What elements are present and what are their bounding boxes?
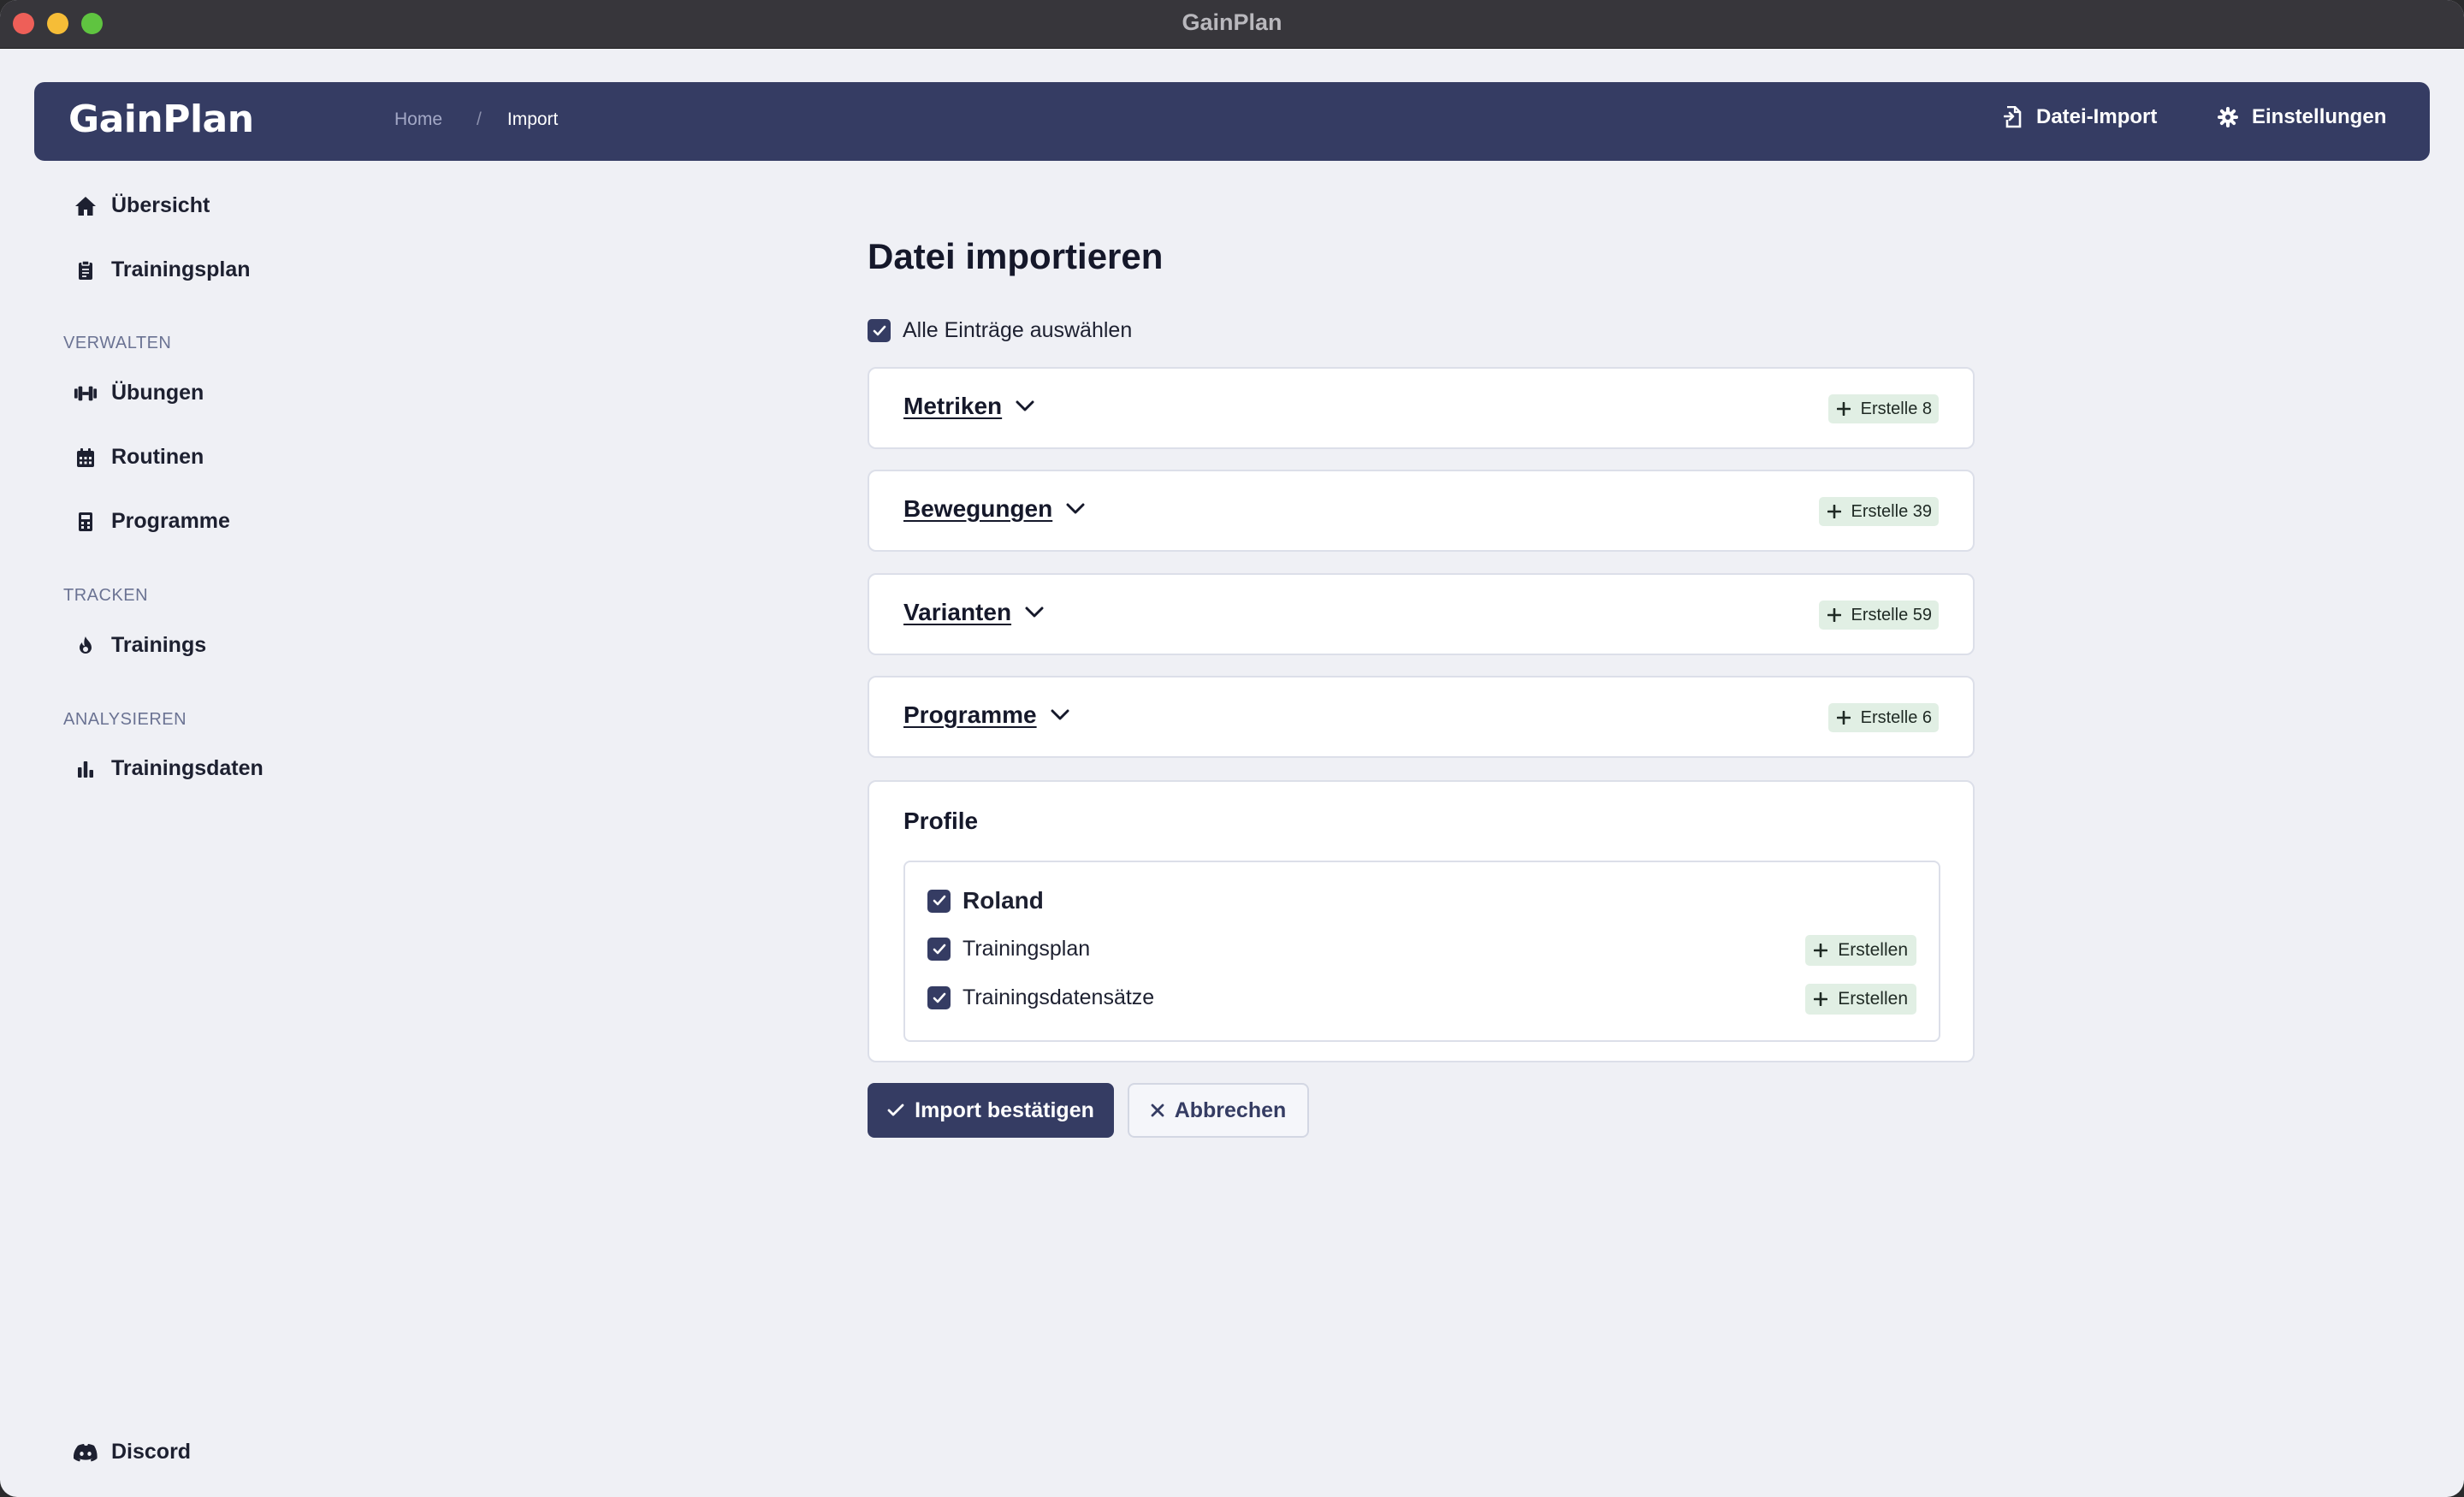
section-toggle-metrics[interactable]: Metriken bbox=[903, 393, 1034, 420]
sidebar-item-label: Trainingsplan bbox=[111, 257, 251, 281]
sidebar-item-label: Discord bbox=[111, 1440, 192, 1464]
discord-icon bbox=[74, 1441, 98, 1464]
calendar-icon bbox=[74, 446, 98, 470]
profile-user-checkbox[interactable]: Roland bbox=[927, 887, 1044, 914]
top-navbar: GainPlan Home / Import Datei-Import Eins… bbox=[34, 82, 2430, 161]
chevron-down-icon bbox=[1025, 606, 1044, 618]
window-title: GainPlan bbox=[1182, 9, 1282, 35]
sidebar-item-label: Routinen bbox=[111, 445, 204, 469]
flame-icon bbox=[74, 634, 98, 658]
profile-row-trainingsplan-checkbox[interactable]: Trainingsplan bbox=[927, 937, 1090, 962]
section-title: Programme bbox=[903, 701, 1037, 728]
confirm-import-label: Import bestätigen bbox=[915, 1098, 1094, 1122]
plus-icon bbox=[1814, 992, 1828, 1006]
gear-icon bbox=[2218, 107, 2238, 127]
section-toggle-variants[interactable]: Varianten bbox=[903, 599, 1044, 626]
sidebar-item-label: Programme bbox=[111, 509, 230, 533]
badge-label: Erstelle 39 bbox=[1851, 501, 1933, 521]
badge-label: Erstellen bbox=[1838, 989, 1908, 1009]
settings-label: Einstellungen bbox=[2252, 105, 2387, 128]
sidebar-item-programs[interactable]: Programme bbox=[74, 509, 230, 534]
create-count-badge: Erstelle 6 bbox=[1827, 703, 1939, 732]
checkbox-checked-icon bbox=[868, 319, 891, 342]
section-movements: Bewegungen Erstelle 39 bbox=[868, 470, 1975, 552]
profile-row-label: Trainingsplan bbox=[962, 937, 1091, 961]
plus-icon bbox=[1827, 505, 1841, 518]
select-all-checkbox[interactable]: Alle Einträge auswählen bbox=[868, 318, 1132, 343]
plus-icon bbox=[1827, 608, 1841, 622]
badge-label: Erstelle 8 bbox=[1860, 399, 1932, 418]
sidebar-item-label: Trainings bbox=[111, 633, 207, 657]
file-import-label: Datei-Import bbox=[2036, 105, 2158, 128]
sidebar-heading-track: TRACKEN bbox=[63, 586, 149, 605]
profile-row-label: Trainingsdatensätze bbox=[962, 985, 1155, 1009]
chevron-down-icon bbox=[1016, 400, 1034, 412]
section-title: Profile bbox=[903, 808, 979, 834]
sidebar-item-label: Übungen bbox=[111, 381, 204, 405]
confirm-import-button[interactable]: Import bestätigen bbox=[868, 1083, 1114, 1138]
sidebar-item-discord[interactable]: Discord bbox=[74, 1440, 191, 1464]
profile-row-datasets-checkbox[interactable]: Trainingsdatensätze bbox=[927, 985, 1154, 1010]
sidebar-item-label: Übersicht bbox=[111, 193, 210, 217]
breadcrumb-home[interactable]: Home bbox=[394, 109, 442, 130]
sidebar-item-overview[interactable]: Übersicht bbox=[74, 193, 210, 218]
breadcrumb-separator: / bbox=[477, 109, 482, 129]
sidebar-item-trainings[interactable]: Trainings bbox=[74, 633, 206, 658]
breadcrumb-current: Import bbox=[506, 109, 559, 129]
profile-entry: Roland Trainingsplan Erstellen Trainings… bbox=[903, 861, 1940, 1042]
sidebar-item-routines[interactable]: Routinen bbox=[74, 445, 204, 470]
title-bar: GainPlan bbox=[0, 0, 2464, 49]
sidebar: Übersicht Trainingsplan VERWALTEN Übunge… bbox=[0, 161, 359, 1497]
create-badge: Erstellen bbox=[1805, 984, 1916, 1015]
check-icon bbox=[887, 1104, 904, 1116]
section-title: Metriken bbox=[903, 393, 1003, 419]
cancel-label: Abbrechen bbox=[1174, 1098, 1287, 1122]
section-variants: Varianten Erstelle 59 bbox=[868, 573, 1975, 655]
settings-button[interactable]: Einstellungen bbox=[2218, 105, 2386, 129]
create-count-badge: Erstelle 39 bbox=[1818, 497, 1939, 526]
section-toggle-movements[interactable]: Bewegungen bbox=[903, 495, 1085, 523]
breadcrumb: Home / Import bbox=[394, 109, 558, 130]
checkbox-checked-icon bbox=[927, 986, 951, 1009]
create-count-badge: Erstelle 8 bbox=[1827, 394, 1939, 423]
sidebar-item-training-data[interactable]: Trainingsdaten bbox=[74, 756, 264, 781]
cancel-button[interactable]: Abbrechen bbox=[1128, 1083, 1309, 1138]
plus-icon bbox=[1836, 402, 1851, 416]
sidebar-heading-analyze: ANALYSIEREN bbox=[63, 710, 187, 729]
clipboard-icon bbox=[74, 258, 98, 282]
badge-label: Erstellen bbox=[1838, 940, 1908, 960]
section-programs: Programme Erstelle 6 bbox=[868, 676, 1975, 758]
section-profiles: Profile Roland Trainingsplan Erstellen T… bbox=[868, 780, 1975, 1062]
checkbox-checked-icon bbox=[927, 889, 951, 913]
close-icon bbox=[1151, 1104, 1164, 1117]
checkbox-checked-icon bbox=[927, 938, 951, 961]
sidebar-item-label: Trainingsdaten bbox=[111, 756, 264, 780]
app-window: GainPlan GainPlan Home / Import Datei-Im… bbox=[0, 0, 2464, 1497]
dumbbell-icon bbox=[74, 382, 98, 405]
page-title: Datei importieren bbox=[868, 236, 1164, 276]
select-all-label: Alle Einträge auswählen bbox=[903, 318, 1133, 342]
sidebar-item-exercises[interactable]: Übungen bbox=[74, 381, 204, 405]
home-icon bbox=[74, 194, 98, 218]
brand-logo[interactable]: GainPlan bbox=[68, 98, 254, 141]
badge-label: Erstelle 59 bbox=[1851, 605, 1933, 624]
section-toggle-programs[interactable]: Programme bbox=[903, 701, 1069, 729]
plus-icon bbox=[1814, 944, 1828, 957]
section-title: Bewegungen bbox=[903, 495, 1053, 522]
chevron-down-icon bbox=[1066, 503, 1085, 515]
sidebar-heading-manage: VERWALTEN bbox=[63, 334, 172, 352]
file-import-icon bbox=[2004, 106, 2022, 128]
section-metrics: Metriken Erstelle 8 bbox=[868, 367, 1975, 449]
chevron-down-icon bbox=[1051, 709, 1069, 721]
sidebar-item-trainingsplan[interactable]: Trainingsplan bbox=[74, 257, 251, 282]
section-title: Varianten bbox=[903, 599, 1012, 625]
profile-user-name: Roland bbox=[962, 887, 1044, 914]
plus-icon bbox=[1836, 711, 1851, 725]
create-badge: Erstellen bbox=[1805, 935, 1916, 966]
create-count-badge: Erstelle 59 bbox=[1818, 601, 1939, 630]
bar-chart-icon bbox=[74, 757, 98, 781]
file-import-button[interactable]: Datei-Import bbox=[2004, 105, 2157, 129]
badge-label: Erstelle 6 bbox=[1860, 707, 1932, 727]
calculator-icon bbox=[74, 510, 98, 534]
